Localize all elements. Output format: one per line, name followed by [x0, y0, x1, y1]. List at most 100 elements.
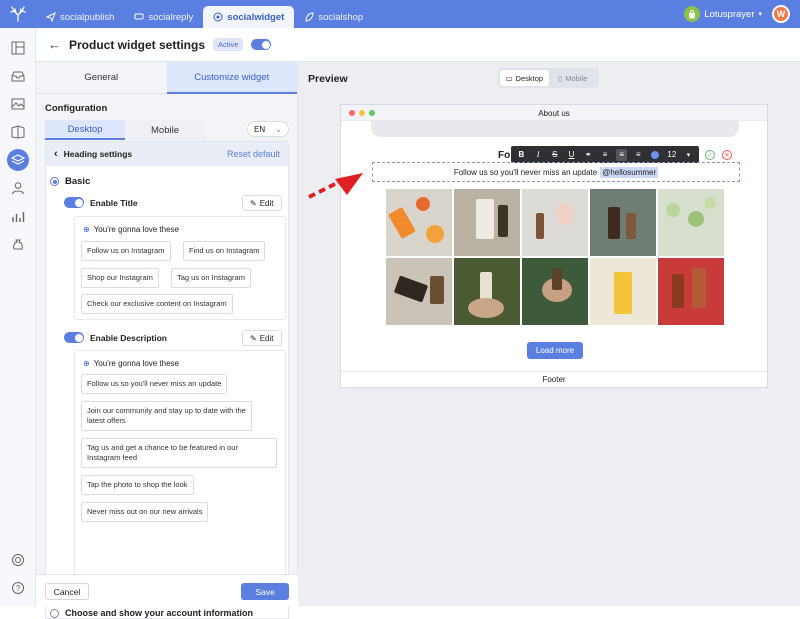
- link-icon[interactable]: ⚭: [583, 149, 594, 161]
- preview-desktop-label: Desktop: [515, 73, 544, 83]
- edit-description-button[interactable]: ✎ Edit: [242, 330, 282, 346]
- underline-button[interactable]: U: [566, 149, 577, 161]
- nav-tab-label: socialpublish: [60, 11, 115, 23]
- photo-tile[interactable]: [386, 189, 452, 256]
- photo-tile[interactable]: [522, 189, 588, 256]
- enable-description-toggle[interactable]: [64, 332, 84, 343]
- pointer-arrow-icon: [308, 173, 363, 199]
- catalog-icon[interactable]: [9, 123, 27, 141]
- description-text: Follow us so you'll never miss an update: [453, 167, 598, 177]
- basic-radio[interactable]: [50, 177, 59, 186]
- nav-tab-label: socialwidget: [227, 11, 285, 23]
- edit-label: Edit: [259, 333, 274, 343]
- enable-description-label: Enable Description: [90, 332, 167, 343]
- align-left-icon[interactable]: ≡: [599, 149, 610, 161]
- title-chip[interactable]: Shop our Instagram: [81, 268, 159, 288]
- description-editor[interactable]: Follow us so you'll never miss an update…: [372, 162, 740, 182]
- edit-icon: ✎: [250, 333, 257, 343]
- browser-window: About us Fo B I S U ⚭ ≡ ≡ ≡ 12 ▾ ✓ ✕ Fol…: [340, 104, 768, 388]
- enable-title-toggle[interactable]: [64, 197, 84, 208]
- photo-tile[interactable]: [590, 258, 656, 325]
- photo-tile[interactable]: [386, 258, 452, 325]
- title-chip[interactable]: Follow us on Instagram: [81, 241, 171, 261]
- photo-tile[interactable]: [658, 189, 724, 256]
- cancel-button[interactable]: Cancel: [45, 583, 89, 600]
- chevron-down-icon[interactable]: ▾: [683, 149, 694, 161]
- bold-button[interactable]: B: [516, 149, 527, 161]
- title-chip[interactable]: Tag us on Instagram: [171, 268, 251, 288]
- photo-tile[interactable]: [522, 258, 588, 325]
- title-chip[interactable]: Find us on Instagram: [183, 241, 266, 261]
- chevron-left-icon[interactable]: ‹: [54, 148, 58, 160]
- dashboard-icon[interactable]: [9, 39, 27, 57]
- edit-title-button[interactable]: ✎ Edit: [242, 195, 282, 211]
- account-info-option[interactable]: Choose and show your account information: [50, 608, 253, 618]
- language-value: EN: [254, 124, 266, 134]
- tab-mobile[interactable]: Mobile: [125, 120, 205, 140]
- font-size-value[interactable]: 12: [666, 149, 677, 161]
- description-chip[interactable]: Join our community and stay up to date w…: [81, 401, 252, 431]
- money-bag-icon[interactable]: [9, 235, 27, 253]
- edit-icon: ✎: [250, 198, 257, 208]
- confirm-icon[interactable]: ✓: [705, 150, 715, 160]
- user-icon[interactable]: [9, 179, 27, 197]
- description-chip[interactable]: Tap the photo to shop the look: [81, 475, 194, 495]
- paper-plane-icon: [46, 12, 56, 22]
- globe-icon: ⊕: [83, 225, 90, 234]
- widget-active-toggle[interactable]: [251, 39, 272, 50]
- tab-general[interactable]: General: [36, 62, 167, 94]
- tab-customize-widget[interactable]: Customize widget: [166, 62, 297, 94]
- tab-desktop[interactable]: Desktop: [45, 120, 125, 140]
- nav-tab-socialpublish[interactable]: socialpublish: [36, 6, 124, 28]
- preview-mobile-button[interactable]: ▯ Mobile: [549, 70, 598, 86]
- support-icon[interactable]: [9, 551, 27, 569]
- globe-icon: ⊕: [83, 359, 90, 368]
- account-info-radio[interactable]: [50, 608, 59, 618]
- page-header: ← Product widget settings Active: [36, 28, 800, 62]
- shopify-bag-icon: [684, 6, 701, 22]
- user-avatar[interactable]: W: [772, 5, 790, 23]
- analytics-icon[interactable]: [9, 207, 27, 225]
- configuration-title: Configuration: [45, 103, 108, 114]
- title-suggestions: ⊕ You're gonna love these Follow us on In…: [74, 216, 286, 320]
- align-right-icon[interactable]: ≡: [633, 149, 644, 161]
- description-chip[interactable]: Never miss out on our new arrivals: [81, 502, 209, 522]
- photo-tile[interactable]: [658, 258, 724, 325]
- inbox-icon[interactable]: [9, 67, 27, 85]
- nav-tab-socialshop[interactable]: socialshop: [294, 6, 373, 28]
- description-chip[interactable]: Follow us so you'll never miss an update: [81, 374, 228, 394]
- cancel-edit-icon[interactable]: ✕: [722, 150, 732, 160]
- basic-option[interactable]: Basic: [50, 176, 90, 187]
- widget-heading[interactable]: Fo: [498, 150, 510, 161]
- back-arrow-icon[interactable]: ←: [48, 37, 61, 52]
- store-selector[interactable]: Lotusprayer ▾: [684, 6, 762, 22]
- text-color-icon[interactable]: [650, 149, 661, 161]
- account-info-label: Choose and show your account information: [65, 608, 254, 618]
- photo-tile[interactable]: [454, 258, 520, 325]
- antler-logo-icon[interactable]: [0, 0, 36, 28]
- layers-icon[interactable]: [7, 149, 29, 171]
- widget-icon: [213, 12, 223, 22]
- strikethrough-button[interactable]: S: [549, 149, 560, 161]
- nav-tab-socialwidget[interactable]: socialwidget: [203, 6, 295, 28]
- top-nav-bar: socialpublish socialreply socialwidget s…: [0, 0, 800, 28]
- nav-tab-socialreply[interactable]: socialreply: [124, 6, 203, 28]
- title-chip[interactable]: Check our exclusive content on Instagram: [81, 294, 233, 314]
- save-button[interactable]: Save: [241, 583, 289, 600]
- italic-button[interactable]: I: [533, 149, 544, 161]
- suggestions-title: You're gonna love these: [93, 225, 180, 234]
- load-more-button[interactable]: Load more: [527, 342, 583, 359]
- heading-settings-card: ‹ Heading settings Reset default Basic E…: [45, 141, 289, 619]
- description-chip[interactable]: Tag us and get a chance to be featured i…: [81, 438, 277, 468]
- basic-label: Basic: [65, 176, 91, 187]
- image-icon[interactable]: [9, 95, 27, 113]
- help-icon[interactable]: ?: [9, 579, 27, 597]
- photo-tile[interactable]: [590, 189, 656, 256]
- page-title: Product widget settings: [69, 37, 206, 52]
- photo-tile[interactable]: [454, 189, 520, 256]
- align-center-icon[interactable]: ≡: [616, 148, 628, 161]
- reset-default-link[interactable]: Reset default: [227, 149, 280, 159]
- preview-desktop-button[interactable]: ▭ Desktop: [500, 70, 549, 86]
- language-select[interactable]: EN ⌄: [247, 121, 289, 137]
- preview-title: Preview: [308, 73, 348, 85]
